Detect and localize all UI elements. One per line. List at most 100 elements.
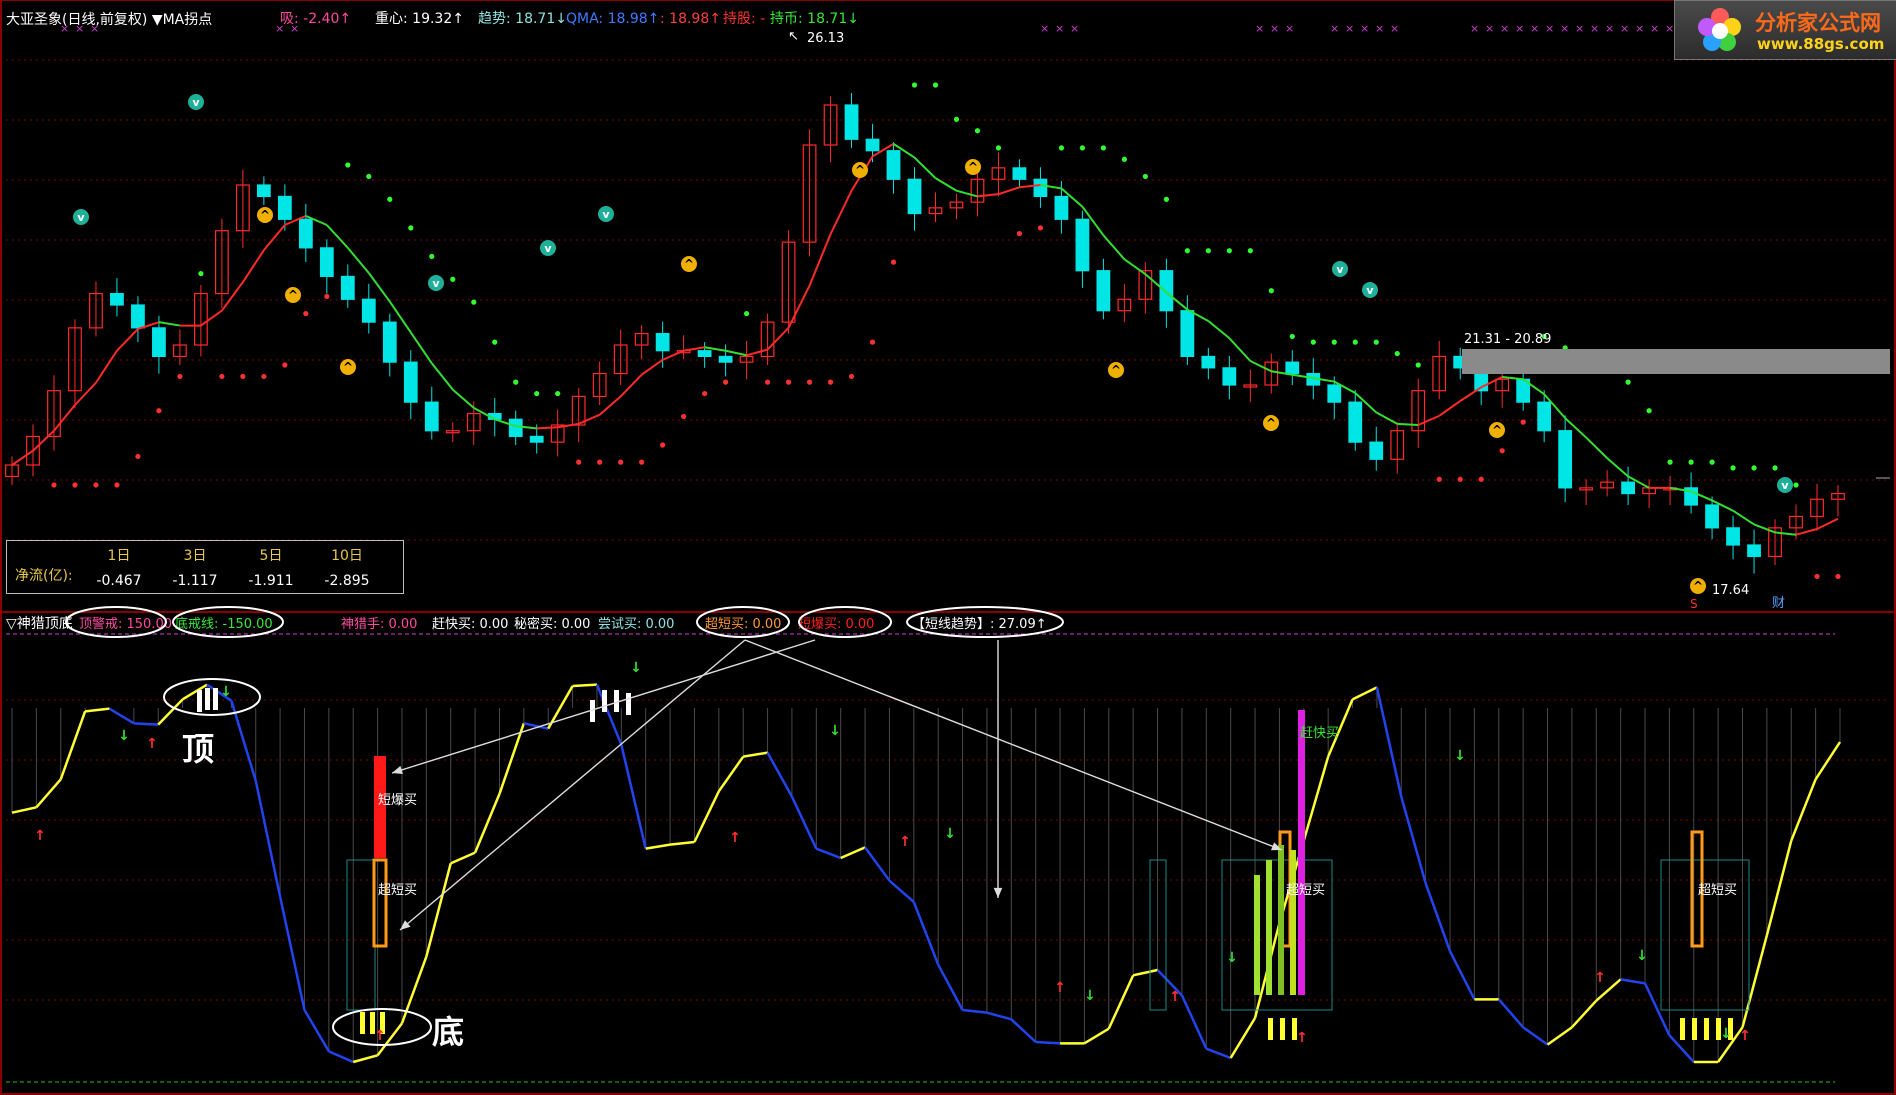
sub-indicator-value: 超短买: 0.00 — [705, 617, 781, 632]
buy-badge-caret: ^ — [1266, 416, 1276, 430]
oscillator-segment — [1035, 1040, 1061, 1045]
signal-arrow-icon: ↓ — [944, 826, 956, 842]
oscillator-segment — [815, 847, 842, 860]
sar-dot — [1016, 230, 1023, 237]
oscillator-segment — [986, 1011, 1012, 1021]
sub-indicator-value: 尝试买: 0.00 — [598, 617, 674, 632]
chaoduan-bar — [372, 858, 388, 948]
moving-average-segment — [913, 156, 937, 179]
chaoduan-label: 超短买 — [378, 883, 417, 898]
signal-arrow-icon: ↓ — [220, 684, 232, 700]
striped-marker — [197, 690, 202, 712]
candle-down — [1726, 527, 1740, 546]
oscillator-segment — [1448, 950, 1476, 1000]
moving-average-segment — [221, 281, 244, 312]
sell-marker-s: S — [1690, 597, 1698, 611]
oscillator-segment — [425, 863, 452, 957]
signal-arrow-icon: ↓ — [630, 660, 642, 676]
moving-average-segment — [725, 349, 747, 357]
sar-dot — [723, 379, 729, 385]
candle-down — [1201, 355, 1216, 369]
moving-average-segment — [1397, 422, 1419, 426]
sar-dot — [93, 482, 99, 488]
oscillator-segment — [912, 901, 940, 966]
oscillator-segment — [254, 780, 282, 897]
oscillator-segment — [888, 879, 915, 903]
moving-average-segment — [263, 224, 286, 251]
signal-arrow-icon: ↑ — [1594, 970, 1606, 986]
signal-arrow-icon: ↑ — [374, 1028, 386, 1044]
candle-down — [424, 401, 439, 432]
sar-dot — [450, 276, 456, 282]
oscillator-segment — [1814, 741, 1842, 781]
moving-average-segment — [619, 374, 643, 398]
striped-marker — [626, 693, 631, 715]
oscillator-segment — [1010, 1018, 1037, 1043]
ganjuai-bar — [1298, 710, 1305, 995]
moving-average-segment — [1606, 457, 1629, 478]
moving-average-segment — [347, 247, 370, 274]
sub-indicator-name: ▽神猎顶底 — [6, 616, 73, 632]
buy-badge-caret: ^ — [260, 208, 270, 222]
signal-arrow-icon: ↑ — [729, 830, 741, 846]
candle-down — [1159, 270, 1174, 312]
candle-down — [1327, 384, 1342, 403]
moving-average-segment — [32, 429, 55, 452]
sar-dot — [1457, 476, 1463, 482]
moving-average-segment — [326, 224, 349, 249]
moving-average-segment — [116, 328, 139, 352]
candle-down — [529, 435, 544, 443]
moving-average-segment — [74, 382, 97, 406]
sar-dot — [156, 408, 162, 414]
signal-arrow-icon: ↓ — [829, 723, 841, 739]
candle-down — [1033, 178, 1048, 198]
oscillator-segment — [35, 778, 62, 809]
top-ellipse — [163, 678, 261, 716]
candle-down — [697, 350, 712, 358]
sar-dot — [597, 459, 603, 465]
sar-dot — [219, 373, 225, 380]
logo-url: www.88gs.com — [1757, 35, 1885, 53]
sar-dot — [827, 379, 834, 385]
chart-stage[interactable]: 吸: -2.40↑ 重心: 19.32↑ 趋势: 18.71↓ QMA: 18.98↑… — [0, 0, 1896, 1095]
signal-check-glyph: v — [1781, 479, 1789, 492]
signal-cross-marker: × — [1620, 22, 1629, 35]
momentum-bar — [1254, 875, 1260, 995]
signal-arrow-icon: ↑ — [146, 736, 158, 752]
sar-dot — [240, 373, 246, 380]
striped-marker — [614, 690, 619, 712]
moving-average-segment — [578, 413, 601, 425]
signal-check-glyph: v — [1366, 284, 1374, 297]
sar-dot — [114, 482, 120, 488]
chaoduan-label: 超短买 — [1698, 883, 1737, 898]
oscillator-segment — [59, 710, 87, 780]
moving-average-segment — [158, 321, 181, 327]
moving-average-segment — [430, 362, 454, 391]
net-flow-value: -0.467 — [96, 573, 142, 589]
moving-average-segment — [11, 449, 34, 466]
moving-average-segment — [53, 404, 76, 432]
sar-dot — [869, 339, 876, 345]
oscillator-segment — [133, 722, 159, 726]
sar-dot — [282, 362, 288, 368]
signal-cross-marker: × — [1070, 22, 1079, 35]
sar-dot — [513, 379, 519, 385]
sar-dot — [1079, 145, 1086, 151]
oscillator-segment — [864, 846, 891, 882]
net-flow-header: 5日 — [259, 548, 283, 564]
oscillator-segment — [473, 793, 501, 854]
stock-title: 大亚圣象(日线,前复权) ▼MA拐点 — [6, 12, 213, 28]
oscillator-segment — [1765, 840, 1793, 936]
candle-down — [1558, 430, 1573, 489]
oscillator-segment — [937, 964, 964, 1011]
candle-down — [1096, 270, 1111, 312]
ganjuai-label: 赶快买 — [1300, 726, 1339, 741]
buy-badge-caret: ^ — [1111, 363, 1121, 377]
oscillator-segment — [1620, 978, 1646, 985]
oscillator-segment — [790, 796, 818, 850]
moving-average-segment — [746, 348, 768, 357]
high-arrow-icon: ↖ — [788, 29, 799, 44]
candle-down — [110, 292, 124, 306]
candle-down — [1222, 367, 1237, 386]
signal-cross-marker: × — [1485, 22, 1494, 35]
